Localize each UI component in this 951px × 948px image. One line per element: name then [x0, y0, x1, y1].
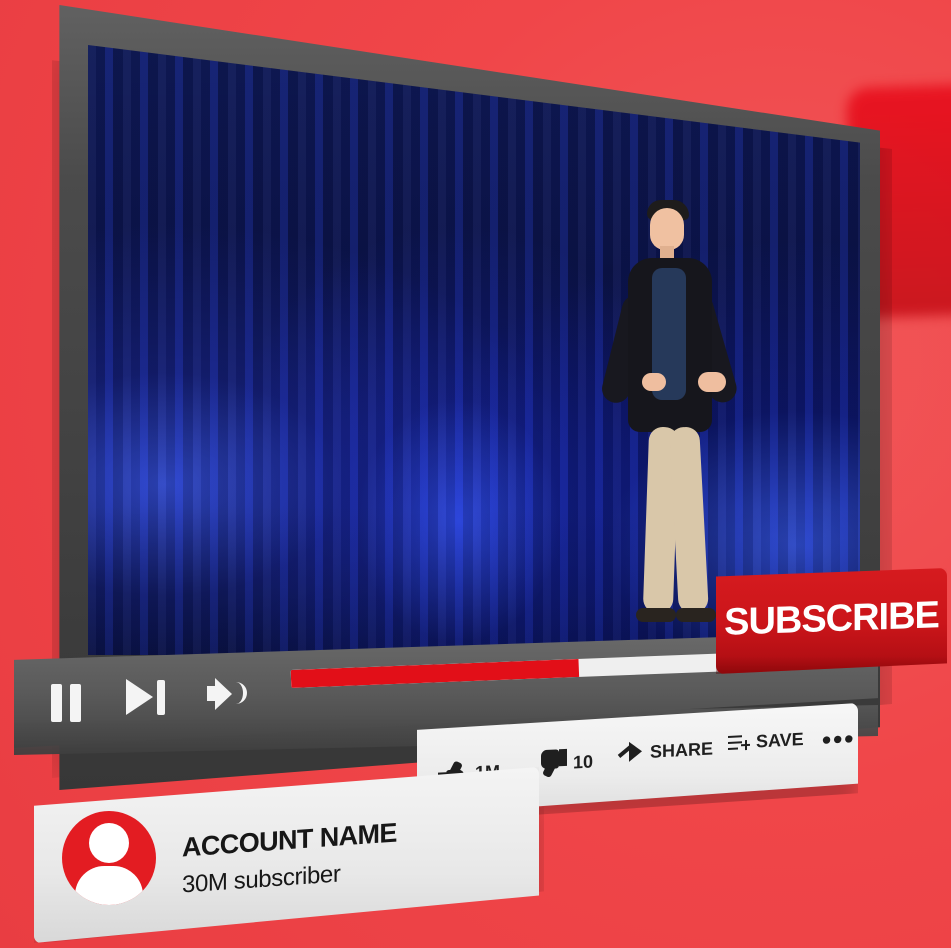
more-icon: •••: [822, 723, 856, 755]
user-avatar-icon: [62, 811, 156, 905]
presenter-left-hand: [642, 373, 666, 391]
save-button[interactable]: SAVE: [728, 729, 804, 754]
subscribe-label: SUBSCRIBE: [724, 593, 939, 644]
save-label: SAVE: [756, 729, 804, 752]
canvas: SUBSCRIBE 1M 10 SHARE SAVE: [0, 0, 951, 948]
save-icon: [728, 733, 750, 752]
dislike-count: 10: [573, 751, 594, 773]
share-label: SHARE: [650, 738, 714, 762]
video-screen[interactable]: [88, 45, 860, 655]
presenter-figure: [594, 190, 744, 635]
dislike-button[interactable]: 10: [536, 747, 593, 781]
volume-wave: [229, 682, 247, 704]
share-icon: [618, 739, 644, 766]
pause-icon[interactable]: [51, 684, 83, 722]
presenter-right-leg: [669, 426, 709, 614]
subscribe-button[interactable]: SUBSCRIBE: [716, 568, 947, 674]
presenter-head: [650, 208, 684, 250]
volume-icon[interactable]: [207, 675, 247, 717]
presenter-right-shoe: [676, 608, 716, 622]
next-icon[interactable]: [126, 677, 172, 719]
share-button[interactable]: SHARE: [618, 736, 713, 767]
avatar-body-shape: [75, 866, 143, 905]
presenter-left-shoe: [636, 608, 676, 622]
thumbs-down-icon: [536, 748, 567, 781]
avatar-head-shape: [89, 823, 129, 863]
more-button[interactable]: •••: [822, 723, 855, 756]
presenter-right-hand: [698, 372, 726, 392]
